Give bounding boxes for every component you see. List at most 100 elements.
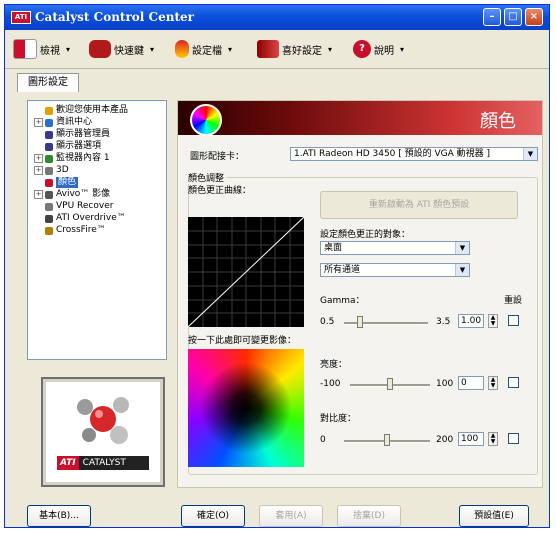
brightness-min: -100 bbox=[320, 379, 341, 389]
contrast-label: 對比度： bbox=[320, 414, 357, 424]
ok-button[interactable]: 確定(O) bbox=[181, 505, 245, 527]
toolbar-help-button[interactable]: ? 說明 ▾ bbox=[353, 38, 404, 60]
info-icon bbox=[45, 118, 53, 127]
avivo-icon bbox=[45, 190, 53, 199]
maximize-button[interactable]: □ bbox=[504, 8, 522, 26]
preferences-icon bbox=[257, 40, 279, 58]
tree-item[interactable]: 歡迎您使用本產品 bbox=[34, 105, 128, 116]
close-button[interactable]: × bbox=[525, 8, 543, 26]
dropdown-arrow-icon: ▾ bbox=[328, 44, 333, 54]
minimize-button[interactable]: – bbox=[483, 8, 501, 26]
tree-item-label: 顏色 bbox=[56, 177, 79, 188]
gamma-reset-checkbox[interactable] bbox=[508, 315, 519, 326]
target-value: 桌面 bbox=[324, 243, 343, 253]
dropdown-arrow-icon: ▾ bbox=[66, 44, 71, 54]
ati-logo-icon: ATI bbox=[11, 11, 31, 24]
tree-item[interactable]: + 監視器內容 1 bbox=[34, 153, 110, 164]
catalyst-product-text: CATALYST bbox=[82, 458, 126, 468]
tree-item[interactable]: + 資訊中心 bbox=[34, 117, 92, 128]
gamma-max: 3.5 bbox=[436, 317, 451, 327]
crossfire-icon bbox=[45, 226, 53, 235]
brightness-slider-thumb[interactable] bbox=[387, 378, 393, 390]
vpu-icon bbox=[45, 202, 53, 211]
tree-item[interactable]: + Avivo™ 影像 bbox=[34, 189, 110, 200]
help-icon: ? bbox=[353, 40, 371, 58]
toolbar-label: 快速鍵 bbox=[114, 45, 144, 57]
brightness-max: 100 bbox=[436, 379, 454, 389]
tree-item-label: VPU Recover bbox=[56, 201, 114, 211]
tab-graphics-settings[interactable]: 圖形設定 bbox=[17, 73, 79, 92]
tree-item-label: 資訊中心 bbox=[56, 117, 93, 127]
expand-icon[interactable]: + bbox=[34, 154, 43, 163]
adapter-select[interactable]: 1.ATI Radeon HD 3450 [ 預設的 VGA 動視器 ] ▼ bbox=[290, 147, 538, 161]
display-options-icon bbox=[45, 142, 53, 151]
view-icon bbox=[13, 39, 37, 59]
brightness-slider[interactable] bbox=[350, 378, 430, 390]
tree-item[interactable]: CrossFire™ bbox=[34, 225, 106, 236]
toolbar-label: 檢視 bbox=[40, 45, 60, 57]
3d-icon bbox=[45, 166, 53, 175]
tree-item-label: 監視器內容 1 bbox=[56, 153, 110, 163]
contrast-max: 200 bbox=[436, 435, 454, 445]
contrast-value-input[interactable]: 100 bbox=[458, 432, 484, 446]
tree-item[interactable]: 顏色 bbox=[34, 177, 79, 188]
tree-item[interactable]: +3D bbox=[34, 165, 69, 176]
expand-icon[interactable]: + bbox=[34, 190, 43, 199]
gamma-slider[interactable] bbox=[344, 316, 428, 328]
tree-item[interactable]: 顯示器管理員 bbox=[34, 129, 110, 140]
target-label: 設定顏色更正的對象： bbox=[320, 230, 411, 240]
dropdown-arrow-icon: ▾ bbox=[400, 44, 405, 54]
expand-icon[interactable]: + bbox=[34, 118, 43, 127]
profiles-icon bbox=[175, 40, 189, 58]
dropdown-arrow-icon: ▾ bbox=[150, 44, 155, 54]
catalyst-logo: ATI CATALYST bbox=[41, 377, 165, 487]
catalyst-badge: ATI CATALYST bbox=[57, 456, 149, 470]
color-curve-graph[interactable] bbox=[188, 217, 304, 327]
contrast-min: 0 bbox=[320, 435, 326, 445]
brightness-reset-checkbox[interactable] bbox=[508, 377, 519, 388]
curve-grid bbox=[188, 217, 304, 327]
title-bar[interactable]: ATI Catalyst Control Center – □ × bbox=[5, 5, 549, 30]
palette-label: 按一下此處即可變更影像： bbox=[188, 336, 297, 346]
contrast-slider[interactable] bbox=[344, 434, 430, 446]
reset-ati-defaults-button[interactable]: 重新啟動為 ATI 顏色預設 bbox=[320, 191, 518, 219]
brightness-spinner[interactable]: ▲ ▼ bbox=[488, 376, 498, 390]
reset-column-label: 重設 bbox=[504, 296, 523, 306]
color-palette-image[interactable] bbox=[188, 349, 304, 467]
tree-item-label: Avivo™ 影像 bbox=[56, 189, 111, 199]
page-title: 顏色 bbox=[480, 111, 516, 132]
basic-button[interactable]: 基本(B)... bbox=[27, 505, 91, 527]
ati-brand-text: ATI bbox=[57, 456, 79, 470]
toolbar-profiles-button[interactable]: 設定檔 ▾ bbox=[175, 38, 232, 60]
brightness-label: 亮度： bbox=[320, 360, 348, 370]
contrast-spinner[interactable]: ▲ ▼ bbox=[488, 432, 498, 446]
display-manager-icon bbox=[45, 130, 53, 139]
brightness-value-input[interactable]: 0 bbox=[458, 376, 484, 390]
tree-item[interactable]: ATI Overdrive™ bbox=[34, 213, 126, 224]
tree-item-label: CrossFire™ bbox=[56, 225, 106, 235]
tree-item-label: 顯示器選項 bbox=[56, 141, 102, 151]
toolbar-view-button[interactable]: 檢視 ▾ bbox=[13, 38, 70, 60]
discard-button[interactable]: 捨棄(D) bbox=[337, 505, 401, 527]
dropdown-arrow-icon: ▾ bbox=[228, 44, 233, 54]
toolbar-hotkeys-button[interactable]: 快速鍵 ▾ bbox=[89, 38, 154, 60]
target-select[interactable]: 桌面 ▼ bbox=[320, 241, 470, 255]
page-banner: 顏色 bbox=[178, 101, 542, 136]
gamma-slider-thumb[interactable] bbox=[357, 316, 363, 328]
gamma-value-input[interactable]: 1.00 bbox=[458, 314, 484, 328]
main-window: ATI Catalyst Control Center – □ × 檢視 ▾ 快速… bbox=[4, 4, 550, 528]
contrast-reset-checkbox[interactable] bbox=[508, 433, 519, 444]
defaults-button[interactable]: 預設值(E) bbox=[459, 505, 529, 527]
gamma-spinner[interactable]: ▲ ▼ bbox=[488, 314, 498, 328]
monitor-icon bbox=[45, 154, 53, 163]
channel-select[interactable]: 所有通道 ▼ bbox=[320, 263, 470, 277]
gamma-label: Gamma： bbox=[320, 296, 365, 306]
toolbar-preferences-button[interactable]: 喜好設定 ▾ bbox=[257, 38, 332, 60]
tree-item[interactable]: 顯示器選項 bbox=[34, 141, 101, 152]
tree-item[interactable]: VPU Recover bbox=[34, 201, 113, 212]
apply-button[interactable]: 套用(A) bbox=[259, 505, 323, 527]
expand-icon[interactable]: + bbox=[34, 166, 43, 175]
contrast-slider-thumb[interactable] bbox=[384, 434, 390, 446]
gamma-min: 0.5 bbox=[320, 317, 335, 327]
navigation-tree[interactable]: 歡迎您使用本產品 + 資訊中心顯示器管理員 顯示器選項 + 監視器內容 1 +3D 顏色 + Av… bbox=[27, 100, 167, 360]
